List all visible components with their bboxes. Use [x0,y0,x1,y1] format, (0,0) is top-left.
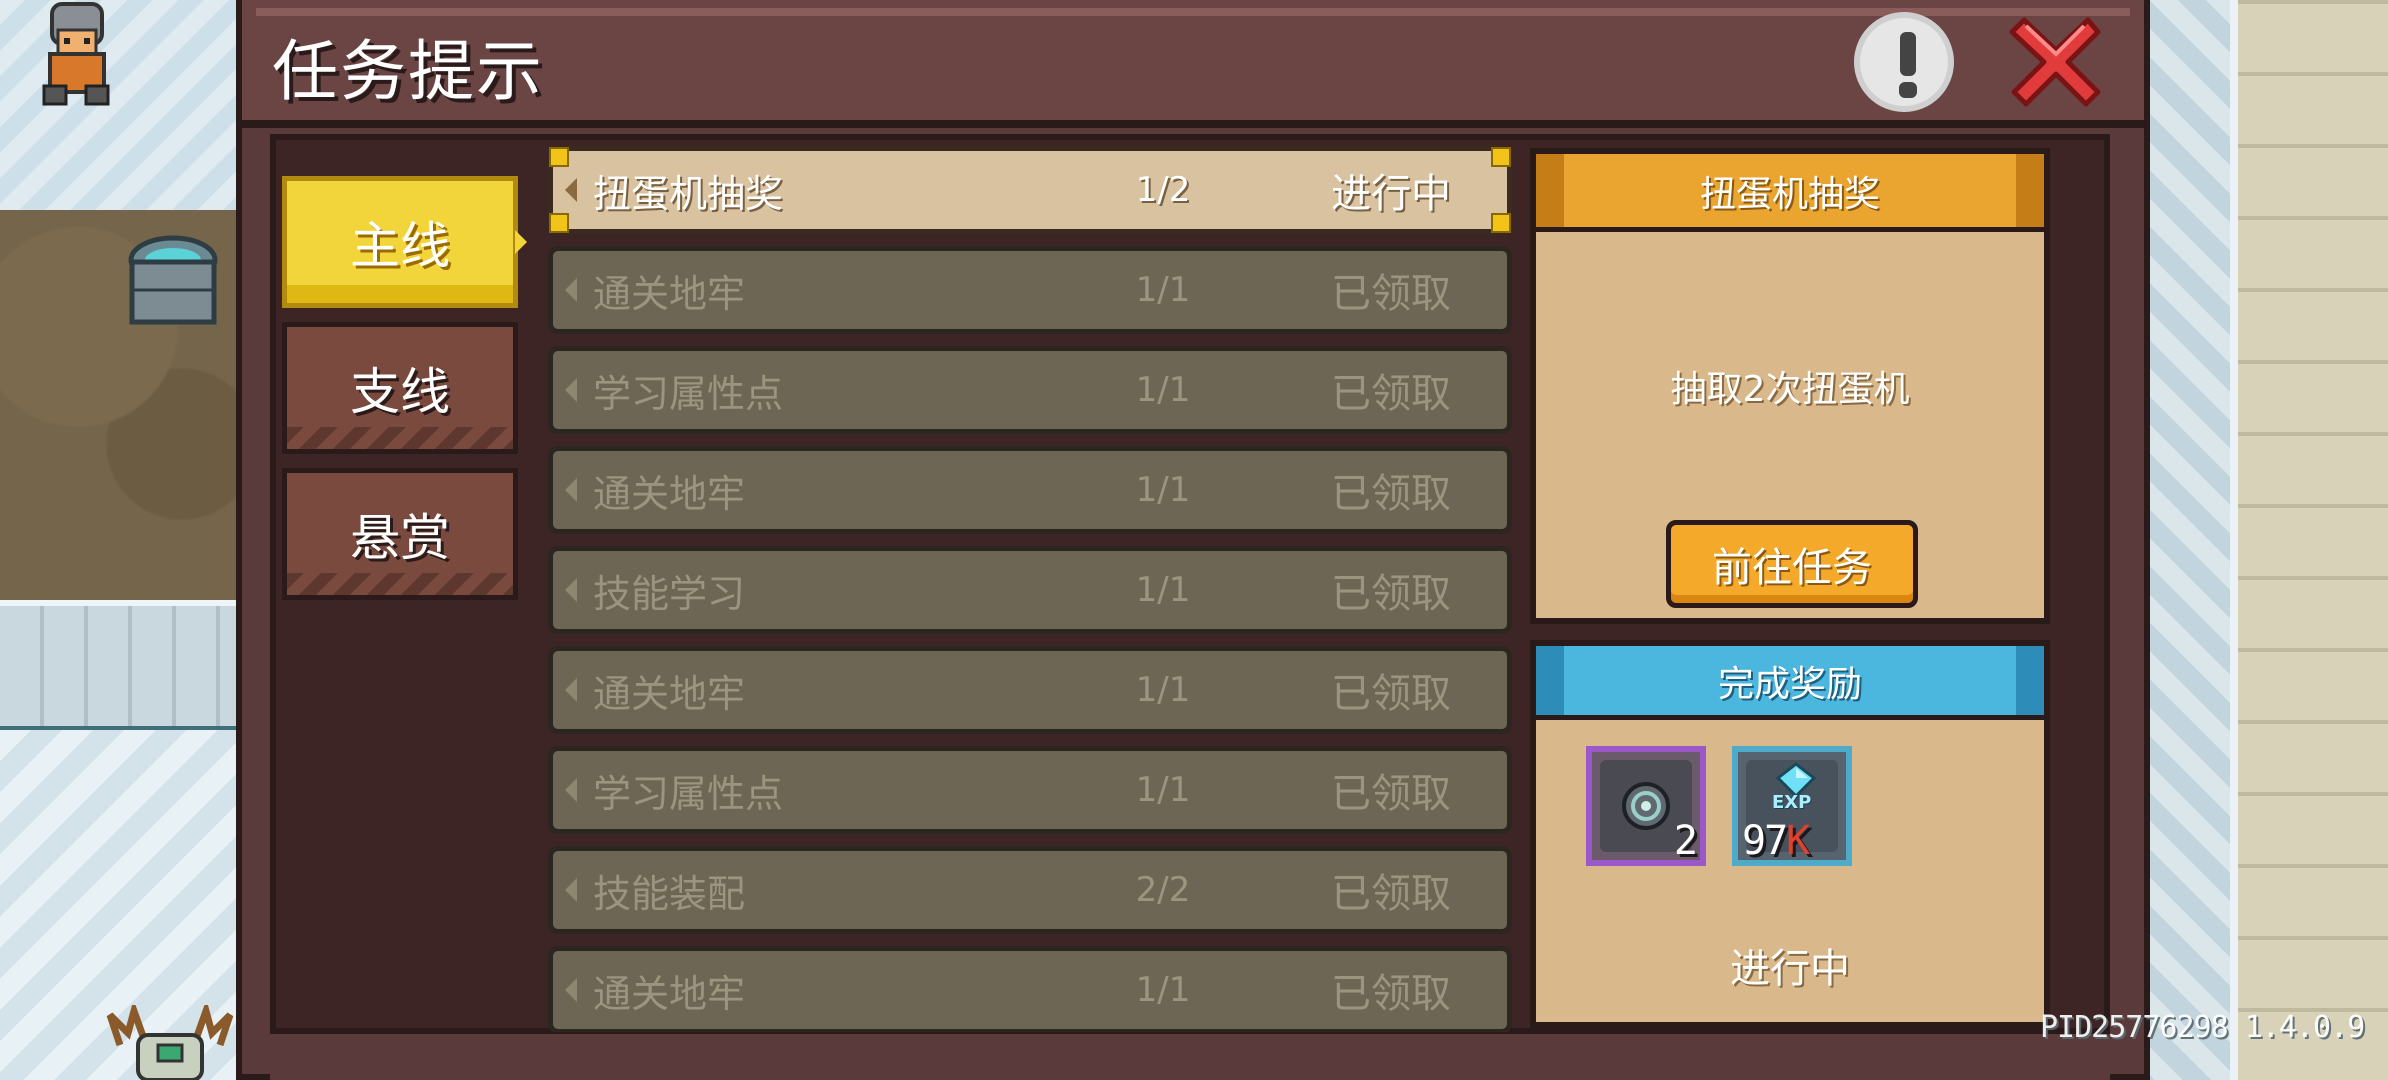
chevron-left-icon [565,778,577,802]
quest-name: 扭蛋机抽奖 [593,171,784,216]
quest-row[interactable]: 技能学习 1/1 已领取 [548,546,1512,634]
quest-status: 已领取 [1331,871,1451,917]
quest-row[interactable]: 通关地牢 1/1 已领取 [548,646,1512,734]
quest-row[interactable]: 通关地牢 1/1 已领取 [548,946,1512,1032]
reward-panel: 完成奖励 2 EXP 97K 进行中 [1530,640,2050,1028]
chevron-left-icon [565,978,577,1002]
reward-item-gacha-coin[interactable]: 2 [1586,746,1706,866]
exp-amount: 97K [1742,818,1810,864]
goto-quest-button[interactable]: 前往任务 [1666,520,1918,608]
quest-progress: 1/1 [1135,970,1191,1010]
tab-pointer [515,230,527,254]
tab-label: 支线 [350,363,450,421]
chevron-left-icon [565,578,577,602]
reward-item-exp[interactable]: EXP 97K [1732,746,1852,866]
quest-progress: 1/2 [1135,170,1191,210]
selection-corner [549,213,569,233]
quest-row[interactable]: 技能装配 2/2 已领取 [548,846,1512,934]
reward-header: 完成奖励 [1536,646,2044,720]
selection-corner [1491,147,1511,167]
quest-name: 学习属性点 [593,771,784,816]
knight-character-icon[interactable] [22,0,132,110]
selection-corner [549,147,569,167]
quest-status: 进行中 [1331,171,1451,217]
quest-name: 通关地牢 [593,471,746,516]
dialog-header: 任务提示 [242,0,2144,128]
info-button[interactable] [1854,12,1954,112]
stone-floor-right [2230,0,2388,1080]
quest-row[interactable]: 学习属性点 1/1 已领取 [548,746,1512,834]
tab-main-quest[interactable]: 主线 [282,176,527,308]
tab-label: 主线 [350,217,450,275]
gacha-coin-icon [1622,782,1670,830]
quest-progress: 1/1 [1135,470,1191,510]
chevron-left-icon [565,878,577,902]
chevron-left-icon [565,278,577,302]
quest-progress: 1/1 [1135,370,1191,410]
reward-title: 完成奖励 [1717,663,1862,705]
quest-row[interactable]: 通关地牢 1/1 已领取 [548,246,1512,334]
chevron-left-icon [565,678,577,702]
quest-status: 已领取 [1331,971,1451,1017]
chevron-left-icon [565,478,577,502]
quest-detail-panel: 扭蛋机抽奖 抽取2次扭蛋机 前往任务 [1530,148,2050,624]
version-label: PID25776298 1.4.0.9 [2040,1010,2365,1045]
quest-row[interactable]: 通关地牢 1/1 已领取 [548,446,1512,534]
detail-header: 扭蛋机抽奖 [1536,154,2044,232]
item-count: 2 [1673,818,1698,864]
quest-progress: 2/2 [1135,870,1191,910]
detail-title: 扭蛋机抽奖 [1699,173,1880,215]
quest-name: 通关地牢 [593,971,746,1016]
tab-bounty[interactable]: 悬赏 [282,468,518,600]
quest-status: 已领取 [1331,271,1451,317]
quest-name: 通关地牢 [593,271,746,316]
tab-label: 悬赏 [350,509,450,567]
quest-progress: 1/1 [1135,270,1191,310]
selection-corner [1491,213,1511,233]
category-tabs: 主线 支线 悬赏 [282,176,527,614]
quest-status: 已领取 [1331,371,1451,417]
quest-status: 已领取 [1331,671,1451,717]
stone-wall [0,600,270,736]
antlered-character-icon[interactable] [100,1005,240,1080]
quest-list[interactable]: 扭蛋机抽奖 1/2 进行中 通关地牢 1/1 已领取 学习属性点 1/1 已领取… [548,146,1512,1032]
tab-side-quest[interactable]: 支线 [282,322,518,454]
quest-name: 通关地牢 [593,671,746,716]
chevron-left-icon [565,178,577,202]
quest-name: 学习属性点 [593,371,784,416]
quest-row[interactable]: 扭蛋机抽奖 1/2 进行中 [548,146,1512,234]
quest-progress: 1/1 [1135,770,1191,810]
quest-row[interactable]: 学习属性点 1/1 已领取 [548,346,1512,434]
close-icon[interactable] [2006,10,2106,110]
well-icon [128,235,218,325]
quest-description: 抽取2次扭蛋机 [1670,369,1910,410]
quest-status: 已领取 [1331,471,1451,517]
dialog-footer [270,1040,2110,1080]
quest-status: 已领取 [1331,571,1451,617]
exp-tag: EXP [1772,792,1812,813]
reward-status: 进行中 [1730,946,1850,992]
dialog-title: 任务提示 [272,33,544,110]
quest-progress: 1/1 [1135,570,1191,610]
quest-progress: 1/1 [1135,670,1191,710]
goto-quest-label: 前往任务 [1712,545,1872,591]
quest-status: 已领取 [1331,771,1451,817]
quest-name: 技能装配 [593,871,746,916]
chevron-left-icon [565,378,577,402]
quest-name: 技能学习 [593,571,746,616]
